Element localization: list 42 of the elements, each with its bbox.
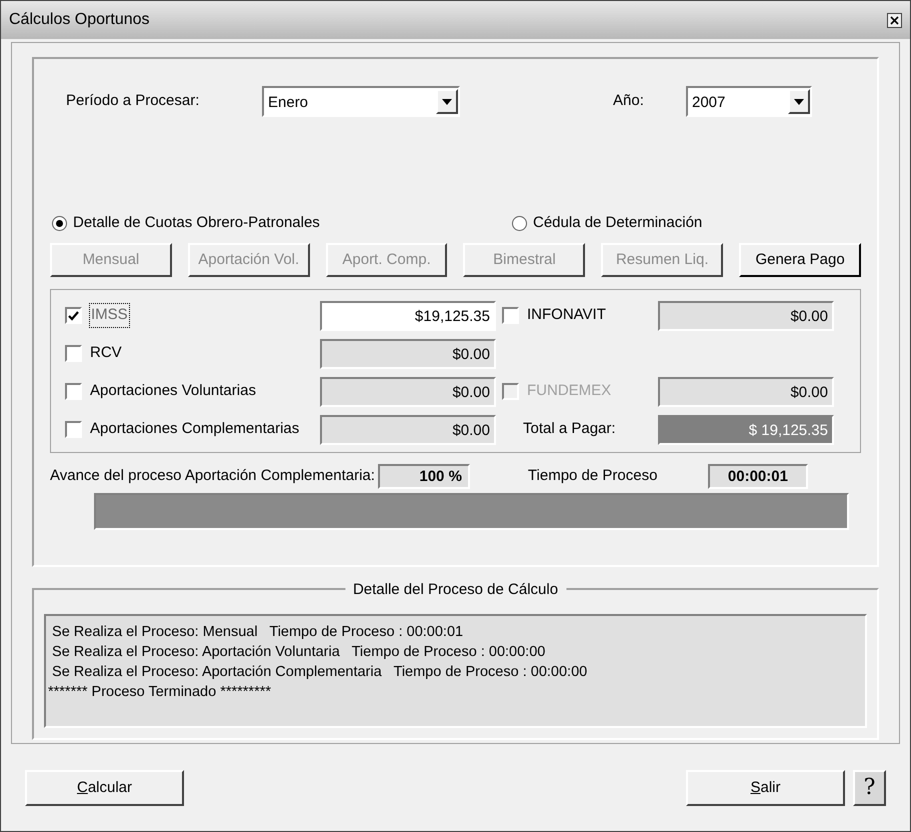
checkbox[interactable] bbox=[65, 307, 82, 324]
checkbox-label: IMSS bbox=[90, 304, 129, 327]
checkbox[interactable] bbox=[65, 383, 82, 400]
field-label: Año: bbox=[613, 91, 645, 112]
checkbox[interactable] bbox=[502, 307, 519, 324]
amount-field: $0.00 bbox=[320, 338, 496, 368]
log-line: ******* Proceso Terminado ********* bbox=[48, 683, 272, 702]
process-time: 00:00:01 bbox=[708, 464, 808, 488]
calculate-button[interactable]: Calcular bbox=[25, 770, 184, 806]
radio-option[interactable]: Cédula de Determinación bbox=[512, 212, 702, 234]
help-button[interactable]: ? bbox=[853, 770, 886, 806]
checkbox[interactable] bbox=[65, 421, 82, 438]
amount-field[interactable]: $19,125.35 bbox=[320, 300, 496, 330]
field-label: Período a Procesar: bbox=[66, 91, 200, 112]
checkbox-label: Aportaciones Voluntarias bbox=[90, 381, 256, 402]
checkbox-label: Aportaciones Complementarias bbox=[90, 419, 300, 440]
time-label: Tiempo de Proceso bbox=[528, 466, 658, 486]
dropdown-field[interactable]: Enero bbox=[262, 86, 460, 117]
checkbox-label: FUNDEMEX bbox=[527, 381, 612, 402]
checkbox[interactable] bbox=[65, 345, 82, 362]
total-field: $ 19,125.35 bbox=[658, 414, 834, 444]
log-line: Se Realiza el Proceso: Aportación Complementaria Tiempo de Proceso : 00:00:00 bbox=[51, 663, 588, 682]
amount-field: $0.00 bbox=[658, 300, 834, 330]
amount-field: $0.00 bbox=[320, 376, 496, 406]
total-label: Total a Pagar: bbox=[522, 419, 617, 440]
log-line: Se Realiza el Proceso: Mensual Tiempo de Proceso : 00:00:01 bbox=[51, 623, 464, 642]
amount-field: $0.00 bbox=[658, 376, 834, 406]
exit-button[interactable]: Salir bbox=[686, 770, 845, 806]
progress-percent: 100 % bbox=[378, 464, 470, 488]
window-title: Cálculos Oportunos bbox=[9, 10, 150, 30]
close-button[interactable] bbox=[887, 12, 902, 28]
dropdown-field[interactable]: 2007 bbox=[686, 86, 812, 117]
amount-field: $0.00 bbox=[320, 414, 496, 444]
caret-icon bbox=[788, 89, 810, 114]
radio-option[interactable]: Detalle de Cuotas Obrero-Patronales bbox=[52, 212, 512, 234]
close-icon bbox=[890, 16, 899, 24]
checkbox-label: RCV bbox=[90, 343, 122, 364]
process-button[interactable]: Genera Pago bbox=[739, 243, 861, 277]
caret-icon bbox=[436, 89, 458, 114]
log-line: Se Realiza el Proceso: Aportación Voluntaria Tiempo de Proceso : 00:00:00 bbox=[51, 643, 546, 662]
checkbox-label: INFONAVIT bbox=[527, 305, 606, 326]
progress-label: Avance del proceso Aportación Complementaria: bbox=[50, 466, 375, 486]
